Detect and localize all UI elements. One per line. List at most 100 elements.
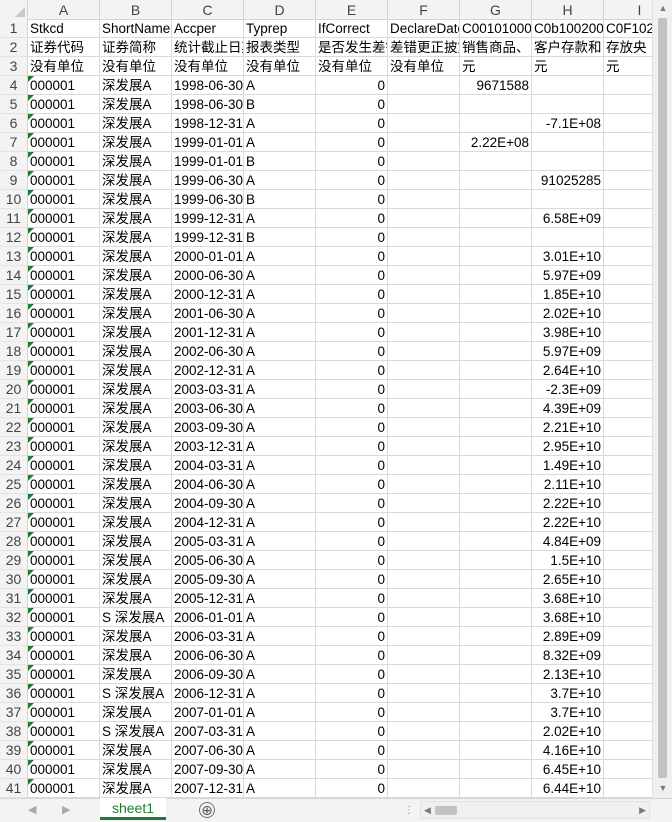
cell-b-32[interactable]: S 深发展A xyxy=(100,608,172,627)
cell-c-5[interactable]: 1998-06-30 xyxy=(172,95,244,114)
cell-i-35[interactable] xyxy=(604,665,652,684)
cell-b-28[interactable]: 深发展A xyxy=(100,532,172,551)
cell-f-20[interactable] xyxy=(388,380,460,399)
cell-e-19[interactable]: 0 xyxy=(316,361,388,380)
cell-i-32[interactable] xyxy=(604,608,652,627)
cell-a-40[interactable]: 000001 xyxy=(28,760,100,779)
cell-e-21[interactable]: 0 xyxy=(316,399,388,418)
cell-h-39[interactable]: 4.16E+10 xyxy=(532,741,604,760)
cell-e-35[interactable]: 0 xyxy=(316,665,388,684)
vertical-scrollbar[interactable]: ▲ ▼ xyxy=(652,0,672,798)
cell-b-21[interactable]: 深发展A xyxy=(100,399,172,418)
cell-a-22[interactable]: 000001 xyxy=(28,418,100,437)
cell-g-13[interactable] xyxy=(460,247,532,266)
cell-h-31[interactable]: 3.68E+10 xyxy=(532,589,604,608)
cell-e-20[interactable]: 0 xyxy=(316,380,388,399)
cell-i-4[interactable] xyxy=(604,76,652,95)
cell-g-8[interactable] xyxy=(460,152,532,171)
cell-h-19[interactable]: 2.64E+10 xyxy=(532,361,604,380)
cell-i-34[interactable] xyxy=(604,646,652,665)
row-header[interactable]: 36 xyxy=(0,684,28,703)
sheet-tab[interactable]: sheet1 xyxy=(100,798,166,820)
cell-i-6[interactable] xyxy=(604,114,652,133)
cell-d-31[interactable]: A xyxy=(244,589,316,608)
cell-b-38[interactable]: S 深发展A xyxy=(100,722,172,741)
cell-a-19[interactable]: 000001 xyxy=(28,361,100,380)
cell-c-27[interactable]: 2004-12-31 xyxy=(172,513,244,532)
cell-e-9[interactable]: 0 xyxy=(316,171,388,190)
cell-a-27[interactable]: 000001 xyxy=(28,513,100,532)
row-header[interactable]: 16 xyxy=(0,304,28,323)
cell-f-8[interactable] xyxy=(388,152,460,171)
cell-a-3[interactable]: 没有单位 xyxy=(28,57,100,76)
next-sheet-icon[interactable]: ▶ xyxy=(62,803,70,816)
horizontal-scroll-thumb[interactable] xyxy=(435,806,457,815)
cell-c-25[interactable]: 2004-06-30 xyxy=(172,475,244,494)
cell-g-3[interactable]: 元 xyxy=(460,57,532,76)
cell-b-19[interactable]: 深发展A xyxy=(100,361,172,380)
cell-c-3[interactable]: 没有单位 xyxy=(172,57,244,76)
cell-g-6[interactable] xyxy=(460,114,532,133)
cell-i-3[interactable]: 元 xyxy=(604,57,652,76)
cell-e-4[interactable]: 0 xyxy=(316,76,388,95)
cell-e-6[interactable]: 0 xyxy=(316,114,388,133)
row-header[interactable]: 8 xyxy=(0,152,28,171)
cell-e-14[interactable]: 0 xyxy=(316,266,388,285)
cell-g-21[interactable] xyxy=(460,399,532,418)
cell-i-19[interactable] xyxy=(604,361,652,380)
cell-a-38[interactable]: 000001 xyxy=(28,722,100,741)
cell-h-6[interactable]: -7.1E+08 xyxy=(532,114,604,133)
cell-a-20[interactable]: 000001 xyxy=(28,380,100,399)
scroll-left-icon[interactable]: ◀ xyxy=(424,802,431,818)
row-header[interactable]: 28 xyxy=(0,532,28,551)
cell-h-34[interactable]: 8.32E+09 xyxy=(532,646,604,665)
row-header[interactable]: 39 xyxy=(0,741,28,760)
add-sheet-icon[interactable]: ⊕ xyxy=(199,802,215,818)
cell-f-28[interactable] xyxy=(388,532,460,551)
cell-h-25[interactable]: 2.11E+10 xyxy=(532,475,604,494)
cell-i-24[interactable] xyxy=(604,456,652,475)
cell-e-41[interactable]: 0 xyxy=(316,779,388,798)
cell-h-17[interactable]: 3.98E+10 xyxy=(532,323,604,342)
cell-e-22[interactable]: 0 xyxy=(316,418,388,437)
row-header[interactable]: 38 xyxy=(0,722,28,741)
cell-h-22[interactable]: 2.21E+10 xyxy=(532,418,604,437)
cell-e-25[interactable]: 0 xyxy=(316,475,388,494)
cell-g-31[interactable] xyxy=(460,589,532,608)
cell-h-8[interactable] xyxy=(532,152,604,171)
cell-d-3[interactable]: 没有单位 xyxy=(244,57,316,76)
cell-b-40[interactable]: 深发展A xyxy=(100,760,172,779)
cell-a-12[interactable]: 000001 xyxy=(28,228,100,247)
cell-i-10[interactable] xyxy=(604,190,652,209)
cell-c-39[interactable]: 2007-06-30 xyxy=(172,741,244,760)
cell-e-3[interactable]: 没有单位 xyxy=(316,57,388,76)
prev-sheet-icon[interactable]: ◀ xyxy=(28,803,36,816)
row-header[interactable]: 23 xyxy=(0,437,28,456)
cell-d-26[interactable]: A xyxy=(244,494,316,513)
cell-a-34[interactable]: 000001 xyxy=(28,646,100,665)
cell-e-33[interactable]: 0 xyxy=(316,627,388,646)
cell-a-5[interactable]: 000001 xyxy=(28,95,100,114)
cell-g-40[interactable] xyxy=(460,760,532,779)
cell-e-23[interactable]: 0 xyxy=(316,437,388,456)
cell-e-31[interactable]: 0 xyxy=(316,589,388,608)
cell-b-41[interactable]: 深发展A xyxy=(100,779,172,798)
cell-d-7[interactable]: A xyxy=(244,133,316,152)
cell-c-36[interactable]: 2006-12-31 xyxy=(172,684,244,703)
cell-i-14[interactable] xyxy=(604,266,652,285)
cell-b-13[interactable]: 深发展A xyxy=(100,247,172,266)
cell-f-40[interactable] xyxy=(388,760,460,779)
cell-g-17[interactable] xyxy=(460,323,532,342)
cell-g-41[interactable] xyxy=(460,779,532,798)
cell-e-36[interactable]: 0 xyxy=(316,684,388,703)
cell-g-34[interactable] xyxy=(460,646,532,665)
horizontal-scrollbar[interactable]: ◀ ▶ xyxy=(420,801,650,819)
cell-a-7[interactable]: 000001 xyxy=(28,133,100,152)
cell-c-8[interactable]: 1999-01-01 xyxy=(172,152,244,171)
cell-f-30[interactable] xyxy=(388,570,460,589)
cell-a-4[interactable]: 000001 xyxy=(28,76,100,95)
cell-d-4[interactable]: A xyxy=(244,76,316,95)
cell-d-38[interactable]: A xyxy=(244,722,316,741)
cell-g-29[interactable] xyxy=(460,551,532,570)
spreadsheet-grid[interactable]: ABCDEFGHI 1 Stkcd ShortName Accper Typrep IfC… xyxy=(0,0,652,798)
